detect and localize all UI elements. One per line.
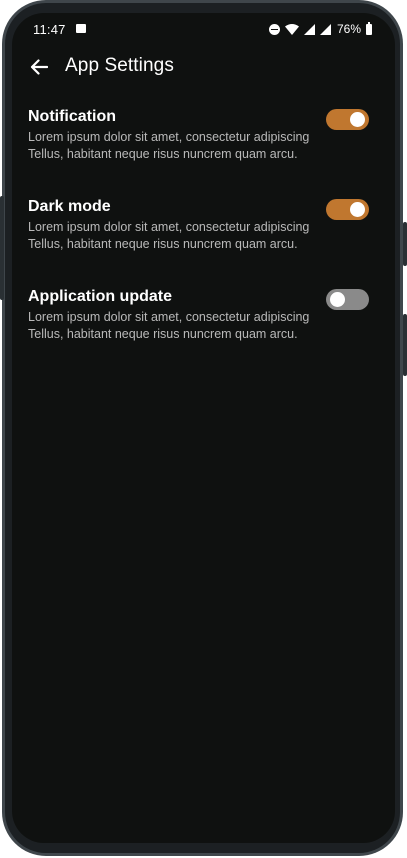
arrow-left-icon	[30, 59, 48, 75]
app-screen: 11:47 76% App Settings Notification Lore…	[12, 13, 395, 843]
toggle-knob	[330, 292, 345, 307]
image-icon	[76, 24, 86, 33]
setting-description: Lorem ipsum dolor sit amet, consectetur …	[28, 130, 310, 161]
battery-icon	[366, 21, 372, 35]
dark-mode-toggle[interactable]	[326, 199, 369, 220]
toggle-knob	[350, 202, 365, 217]
application-update-toggle[interactable]	[326, 289, 369, 310]
battery-percentage: 76%	[336, 22, 361, 36]
cellular-signal-icon	[303, 23, 315, 35]
back-button[interactable]	[27, 55, 51, 79]
app-bar: App Settings	[12, 49, 395, 85]
page-title: App Settings	[65, 55, 174, 76]
status-time: 11:47	[33, 22, 66, 37]
status-bar: 11:47 76%	[12, 13, 395, 45]
power-button-right	[403, 314, 407, 376]
status-icons: 76%	[268, 21, 372, 37]
volume-button-right-top	[403, 222, 407, 266]
wifi-icon	[284, 23, 299, 35]
volume-button-left	[0, 196, 4, 300]
setting-title: Application update	[28, 288, 172, 305]
setting-title: Notification	[28, 108, 116, 125]
toggle-knob	[350, 112, 365, 127]
setting-description: Lorem ipsum dolor sit amet, consectetur …	[28, 310, 310, 341]
setting-title: Dark mode	[28, 198, 111, 215]
cellular-signal-icon-2	[319, 23, 331, 35]
do-not-disturb-icon	[268, 23, 280, 35]
notification-toggle[interactable]	[326, 109, 369, 130]
setting-description: Lorem ipsum dolor sit amet, consectetur …	[28, 220, 310, 251]
